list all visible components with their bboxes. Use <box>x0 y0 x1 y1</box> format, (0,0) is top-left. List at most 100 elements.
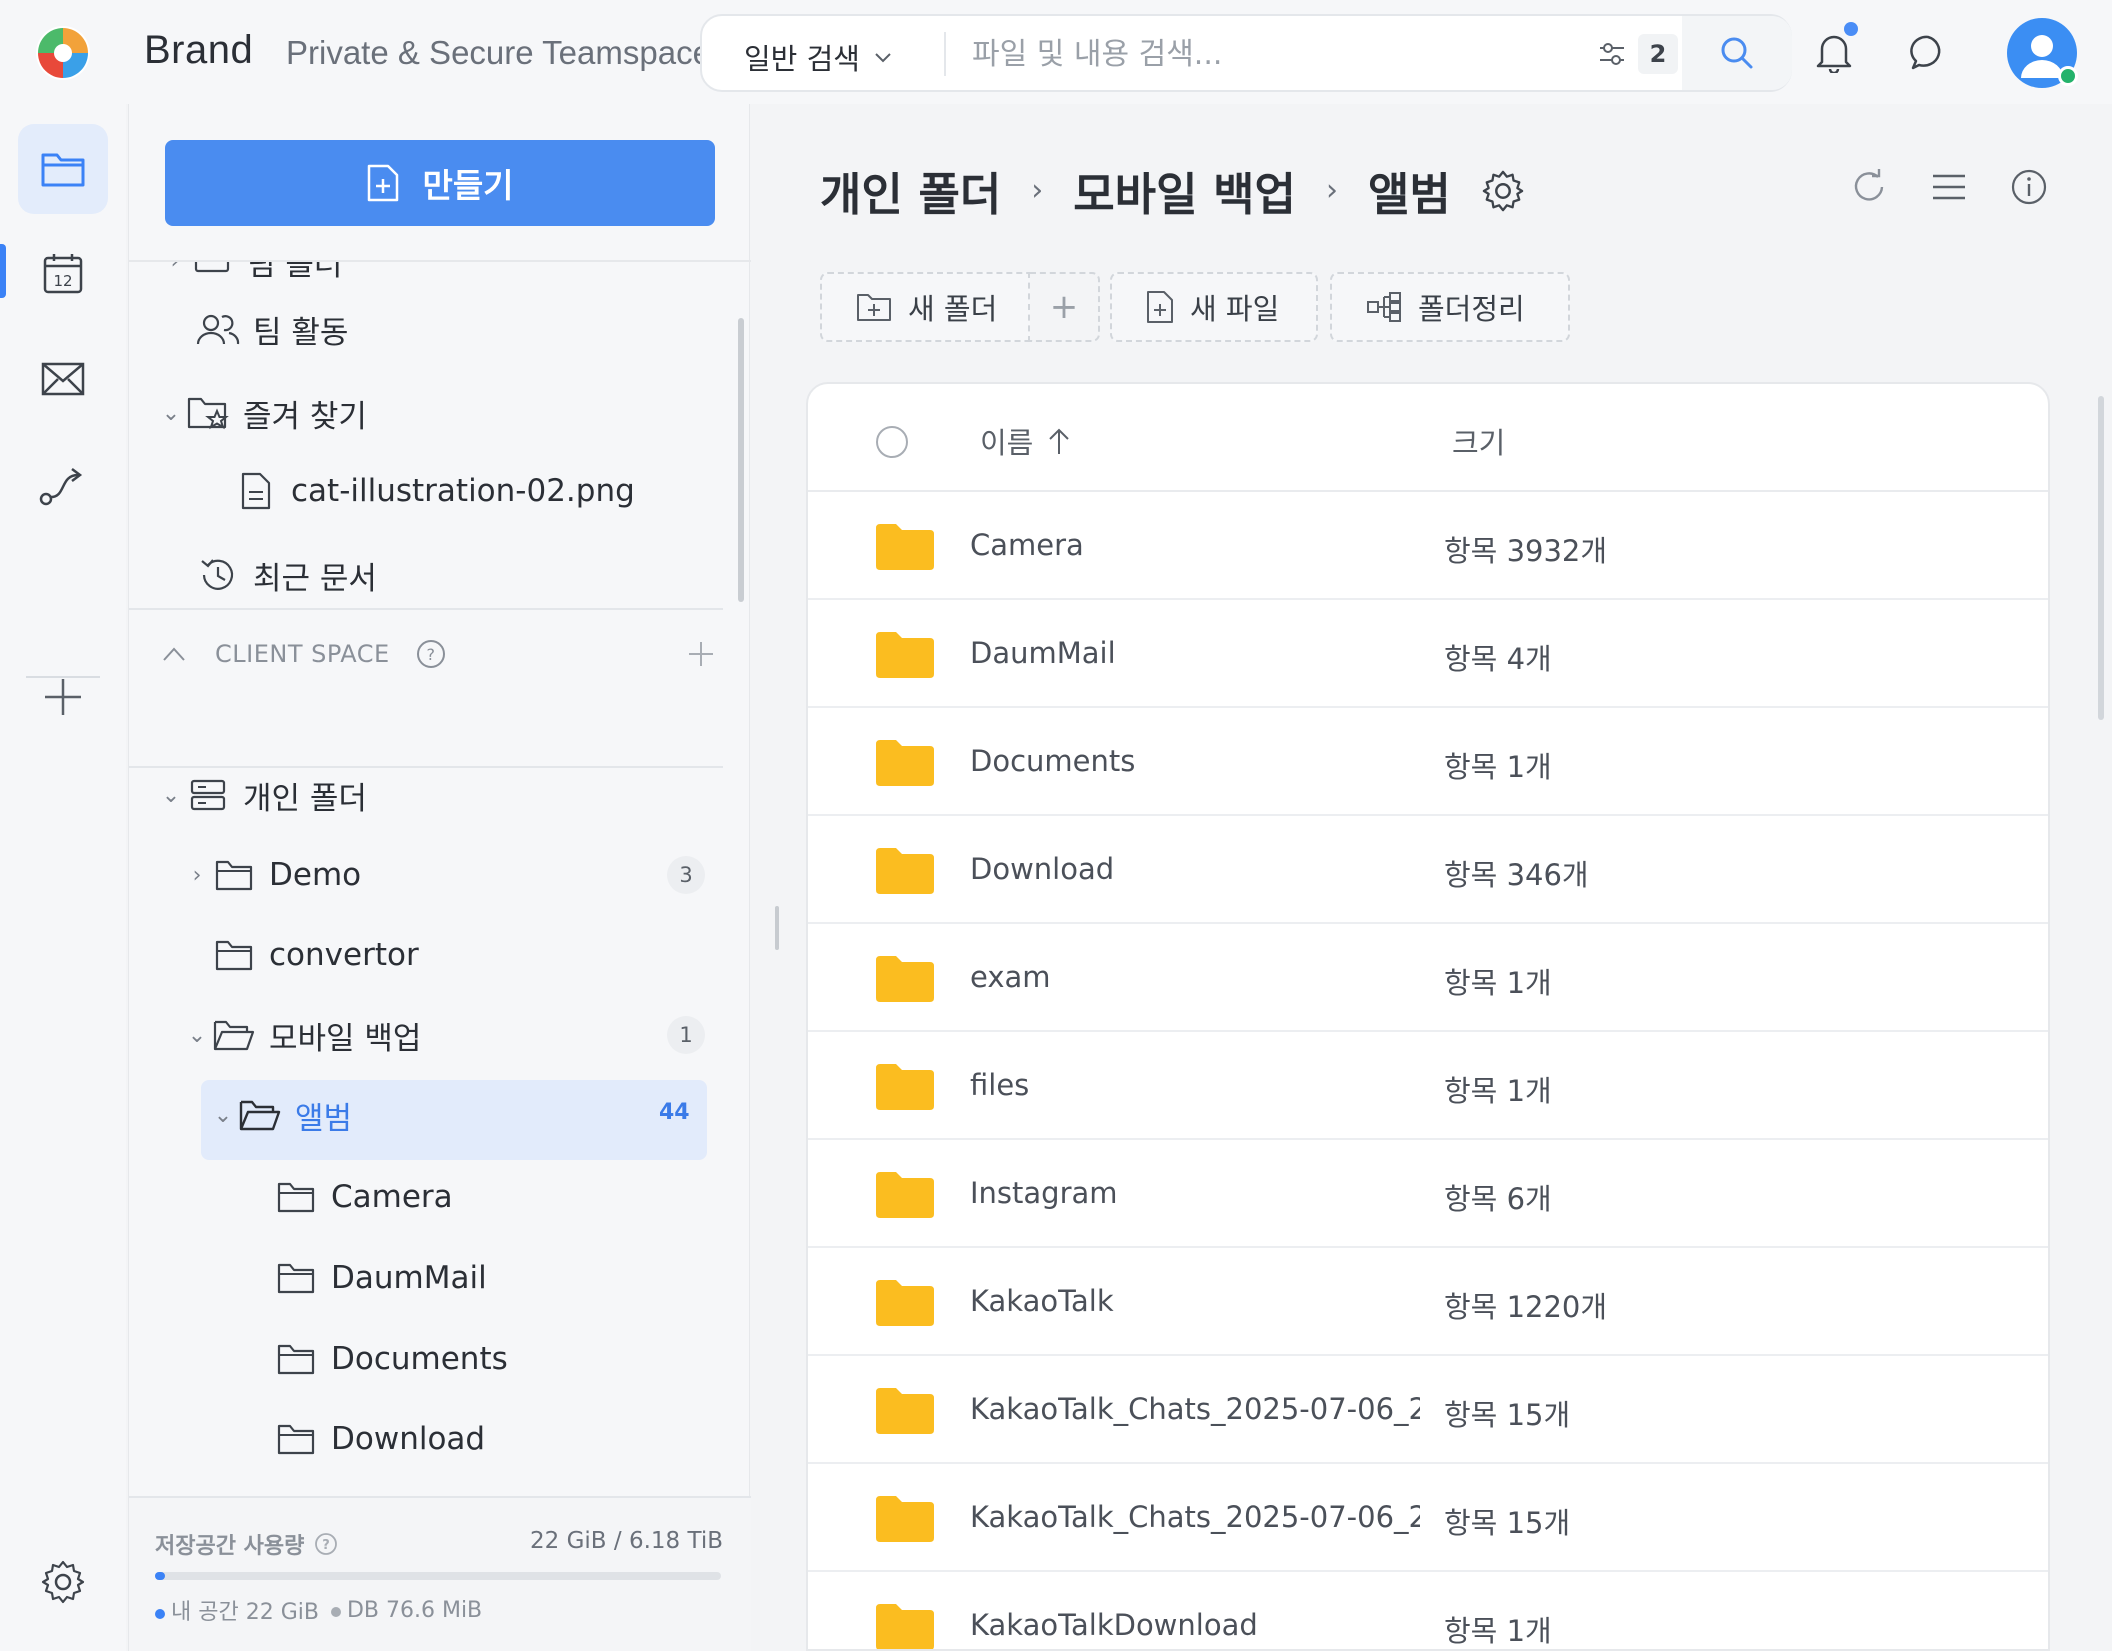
help-icon[interactable]: ? <box>314 1532 338 1556</box>
rail-item-calendar[interactable]: 12 <box>18 228 108 318</box>
main-scrollbar[interactable] <box>2098 396 2104 720</box>
tree-item-team-folder[interactable]: › 팀 폴더 <box>161 262 342 296</box>
file-name[interactable]: files <box>970 1068 1420 1102</box>
chevron-down-icon: ⌄ <box>187 1022 207 1048</box>
search-icon <box>1721 37 1753 69</box>
create-button-label: 만들기 <box>422 166 514 205</box>
rail-item-workflow[interactable] <box>18 440 108 530</box>
search-button[interactable] <box>1682 16 1792 90</box>
sliders-icon <box>1600 43 1624 65</box>
table-row[interactable]: KakaoTalk 항목 1220개 <box>808 1248 2048 1356</box>
brand-logo[interactable] <box>34 24 92 82</box>
tree-item-label: 개인 폴더 <box>243 780 367 817</box>
tree-item-recent[interactable]: 최근 문서 <box>195 540 377 610</box>
breadcrumb-current[interactable]: 앨범 <box>1368 158 1451 223</box>
table-header: 이름 크기 <box>808 384 2048 492</box>
refresh-button[interactable] <box>1844 162 1894 212</box>
new-folder-icon <box>857 294 891 321</box>
table-row[interactable]: KakaoTalkDownload 항목 1개 <box>808 1572 2048 1649</box>
search-input[interactable] <box>972 32 1532 76</box>
breadcrumb-item[interactable]: 모바일 백업 <box>1073 158 1296 223</box>
table-row[interactable]: KakaoTalk_Chats_2025-07-06_20.... 항목 15개 <box>808 1356 2048 1464</box>
tree-item-personal-folder[interactable]: ⌄ 개인 폴더 <box>157 760 367 830</box>
file-name[interactable]: KakaoTalk <box>970 1284 1420 1318</box>
tree-item-demo[interactable]: › Demo <box>183 840 362 910</box>
storage-progress-fill <box>155 1572 165 1580</box>
rail-add-button[interactable] <box>18 652 108 742</box>
brand-name: Brand <box>144 28 254 72</box>
tree-item-convertor[interactable]: convertor <box>211 920 419 990</box>
table-row[interactable]: Download 항목 346개 <box>808 816 2048 924</box>
file-name[interactable]: Instagram <box>970 1176 1420 1210</box>
sidebar-scrollbar[interactable] <box>738 318 744 602</box>
count-badge: 44 <box>659 1100 690 1125</box>
table-row[interactable]: KakaoTalk_Chats_2025-07-06_20.... 항목 15개 <box>808 1464 2048 1572</box>
tree-item-daummail[interactable]: DaumMail <box>273 1243 487 1313</box>
tree-item-documents[interactable]: Documents <box>273 1324 508 1394</box>
sidebar: 만들기 › 팀 폴더 팀 활동 ⌄ <box>128 104 751 1651</box>
document-icon <box>233 468 279 514</box>
column-header-name[interactable]: 이름 <box>980 420 1071 462</box>
tree-item-download[interactable]: Download <box>273 1404 485 1474</box>
breadcrumb: 개인 폴더 › 모바일 백업 › 앨범 <box>820 158 1525 223</box>
add-client-space-icon[interactable] <box>687 640 715 668</box>
table-row[interactable]: Instagram 항목 6개 <box>808 1140 2048 1248</box>
file-name[interactable]: KakaoTalk_Chats_2025-07-06_20.... <box>970 1500 1420 1534</box>
column-header-size[interactable]: 크기 <box>1452 420 1505 462</box>
gear-icon[interactable] <box>1481 169 1525 213</box>
file-name[interactable]: Documents <box>970 744 1420 778</box>
file-name[interactable]: Camera <box>970 528 1420 562</box>
organize-folder-label: 폴더정리 <box>1418 292 1525 326</box>
folder-icon <box>876 524 934 570</box>
table-row[interactable]: DaumMail 항목 4개 <box>808 600 2048 708</box>
svg-text:?: ? <box>426 645 435 664</box>
breadcrumb-item[interactable]: 개인 폴더 <box>820 158 1001 223</box>
bell-icon <box>1816 35 1852 73</box>
client-space-header[interactable]: CLIENT SPACE ? <box>161 632 731 676</box>
new-folder-more-button[interactable]: + <box>1030 272 1100 342</box>
tree-item-camera[interactable]: Camera <box>273 1162 453 1232</box>
new-folder-label: 새 폴더 <box>908 292 998 326</box>
rail-item-files[interactable] <box>18 124 108 214</box>
folder-icon <box>876 1388 934 1434</box>
storage-legend: 내 공간 22 GiB DB 76.6 MiB <box>155 1594 482 1626</box>
table-row[interactable]: Documents 항목 1개 <box>808 708 2048 816</box>
file-name[interactable]: exam <box>970 960 1420 994</box>
sidebar-resize-handle[interactable] <box>775 906 779 950</box>
file-name[interactable]: KakaoTalkDownload <box>970 1608 1420 1642</box>
storage-legend-mine: 내 공간 22 GiB <box>155 1594 319 1626</box>
count-badge: 1 <box>667 1016 705 1054</box>
messages-button[interactable] <box>1900 24 1956 80</box>
tree-item-label: 모바일 백업 <box>269 1020 422 1057</box>
search-divider <box>944 32 946 76</box>
new-folder-button[interactable]: 새 폴더 <box>820 272 1030 342</box>
tree-item-mobile-backup[interactable]: ⌄ 모바일 백업 <box>183 1000 422 1070</box>
search-mode-select[interactable]: 일반 검색 <box>744 36 894 78</box>
rail-settings-button[interactable] <box>18 1537 108 1627</box>
file-name[interactable]: KakaoTalk_Chats_2025-07-06_20.... <box>970 1392 1420 1426</box>
new-file-button[interactable]: 새 파일 <box>1110 272 1318 342</box>
teamspace-label: Private & Secure Teamspace <box>286 34 711 71</box>
chevron-right-icon: › <box>192 862 202 888</box>
folder-icon <box>273 1416 319 1462</box>
users-icon <box>195 306 241 352</box>
create-button[interactable]: 만들기 <box>165 140 715 226</box>
info-button[interactable] <box>2004 162 2054 212</box>
tree-item-album[interactable]: ⌄ 앨범 <box>209 1080 352 1150</box>
file-name[interactable]: Download <box>970 852 1420 886</box>
tree-item-favorites[interactable]: ⌄ 즐겨 찾기 <box>157 378 367 448</box>
rail-item-mail[interactable] <box>18 334 108 424</box>
table-row[interactable]: files 항목 1개 <box>808 1032 2048 1140</box>
table-row[interactable]: Camera 항목 3932개 <box>808 492 2048 600</box>
star-folder-icon <box>185 390 231 436</box>
notifications-button[interactable] <box>1806 22 1862 80</box>
tree-item-team-activity[interactable]: 팀 활동 <box>195 294 348 364</box>
table-row[interactable]: exam 항목 1개 <box>808 924 2048 1032</box>
tree-item-favorite-file[interactable]: cat-illustration-02.png <box>233 456 635 526</box>
organize-folder-button[interactable]: 폴더정리 <box>1330 272 1570 342</box>
select-all-checkbox[interactable] <box>876 426 908 458</box>
search-filter-button[interactable]: 2 <box>1596 30 1678 78</box>
list-view-button[interactable] <box>1924 162 1974 212</box>
file-name[interactable]: DaumMail <box>970 636 1420 670</box>
help-icon[interactable]: ? <box>416 639 446 669</box>
